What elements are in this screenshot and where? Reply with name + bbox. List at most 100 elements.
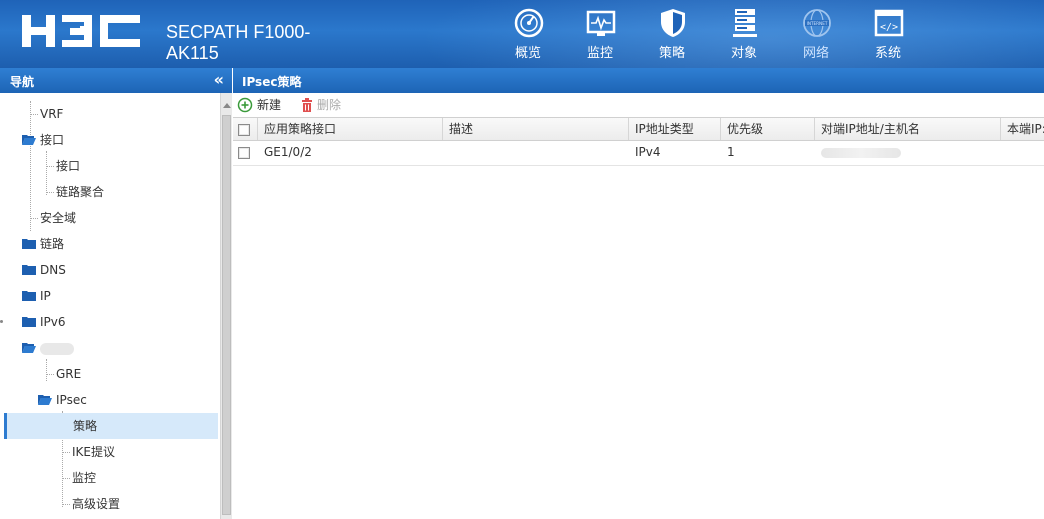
add-button[interactable]: 新建	[237, 96, 281, 114]
sidebar-folder-ipv6[interactable]: IPv6	[22, 310, 66, 334]
sidebar-folder-label: 链路	[40, 237, 65, 251]
sidebar-item-link-aggregation[interactable]: 链路聚合	[56, 180, 104, 204]
tree-tick	[46, 166, 54, 167]
table-row[interactable]: GE1/0/2 IPv4 1	[233, 141, 1044, 166]
top-nav: 概览 监控 策略 对象 INTERNET 网络 </> 系统	[492, 0, 924, 68]
nav-system-label: 系统	[874, 46, 901, 61]
sidebar-folder-label: IPv6	[40, 315, 66, 329]
sidebar-folder-label: IP	[40, 289, 51, 303]
tree-tick	[62, 452, 70, 453]
nav-policy[interactable]: 策略	[636, 0, 708, 68]
sidebar-folder-ipsec[interactable]: IPsec	[38, 388, 87, 412]
sidebar-folder-label: DNS	[40, 263, 66, 277]
nav-objects-label: 对象	[730, 46, 757, 61]
cell-local-ip	[1001, 141, 1044, 165]
nav-network-label: 网络	[802, 46, 829, 61]
nav-objects[interactable]: 对象	[708, 0, 780, 68]
tree-tick	[62, 478, 70, 479]
server-stack-icon	[733, 9, 757, 37]
scrollbar-thumb[interactable]	[222, 115, 231, 515]
tree-tick	[30, 114, 38, 115]
tree-connector	[30, 101, 31, 231]
cell-priority: 1	[727, 145, 735, 159]
sidebar-item-gre[interactable]: GRE	[56, 362, 81, 386]
tree-tick	[46, 374, 54, 375]
sidebar-item-interface[interactable]: 接口	[56, 154, 80, 178]
column-header[interactable]: 应用策略接口	[258, 118, 443, 140]
sidebar-title: 导航	[10, 75, 35, 89]
delete-button[interactable]: 删除	[299, 96, 341, 114]
column-header[interactable]: 描述	[443, 118, 629, 140]
sidebar-item-policy-selected[interactable]: 策略	[4, 413, 218, 439]
cell-peer-address	[815, 141, 1001, 165]
tree-connector	[46, 151, 47, 195]
add-button-label: 新建	[257, 98, 282, 112]
trash-icon	[302, 98, 312, 112]
internet-globe-icon: INTERNET	[803, 9, 831, 37]
row-checkbox[interactable]	[238, 147, 250, 159]
sidebar-folder-ip[interactable]: IP	[22, 284, 51, 308]
sidebar-folder-link[interactable]: 链路	[22, 232, 64, 256]
edge-marker	[0, 320, 3, 323]
sidebar-item-security-zone[interactable]: 安全域	[40, 206, 76, 230]
nav-tree: VRF 接口 接口 链路聚合 安全域 链路 DNS IP IPv6 GRE IP…	[0, 93, 232, 519]
sidebar-folder-redacted[interactable]	[22, 336, 74, 360]
sidebar-item-monitor[interactable]: 监控	[72, 466, 96, 490]
redacted-label	[40, 342, 74, 355]
toolbar: 新建 删除	[233, 93, 1044, 117]
code-window-icon: </>	[874, 9, 904, 37]
tree-connector	[46, 359, 47, 381]
product-name-line2: AK115	[166, 43, 219, 63]
folder-open-icon	[22, 343, 36, 353]
sidebar-folder-dns[interactable]: DNS	[22, 258, 66, 282]
svg-text:INTERNET: INTERNET	[807, 21, 828, 26]
tree-tick	[46, 192, 54, 193]
nav-overview[interactable]: 概览	[492, 0, 564, 68]
product-name-line1: SECPATH F1000-	[166, 22, 311, 42]
scroll-up-arrow-icon[interactable]	[223, 103, 231, 108]
column-header[interactable]: 本端IP:	[1001, 118, 1044, 140]
nav-network[interactable]: INTERNET 网络	[780, 0, 852, 68]
shield-icon	[661, 9, 685, 37]
folder-open-icon	[22, 135, 36, 145]
folder-open-icon	[38, 395, 52, 405]
select-all-checkbox[interactable]	[238, 124, 250, 136]
redacted-ip	[821, 147, 901, 158]
cell-interface: GE1/0/2	[264, 145, 312, 159]
sidebar-item-label: 策略	[73, 419, 98, 433]
nav-monitor[interactable]: 监控	[564, 0, 636, 68]
collapse-sidebar-button[interactable]: «	[214, 70, 224, 89]
product-name: SECPATH F1000- AK115	[166, 22, 310, 64]
table-header: 应用策略接口 描述 IP地址类型 优先级 对端IP地址/主机名 本端IP:	[233, 117, 1044, 141]
column-header[interactable]: 优先级	[721, 118, 815, 140]
cell-description	[443, 141, 629, 165]
nav-policy-label: 策略	[658, 46, 685, 61]
dashboard-icon	[514, 8, 544, 38]
page-title: IPsec策略	[242, 75, 302, 89]
sidebar-scrollbar[interactable]	[220, 93, 232, 519]
folder-icon	[22, 239, 36, 249]
row-select-cell	[233, 141, 258, 165]
select-all-cell	[233, 118, 258, 140]
cell-ip-type: IPv4	[635, 145, 661, 159]
h3c-logo	[22, 15, 140, 47]
sidebar-item-advanced-settings[interactable]: 高级设置	[72, 492, 120, 516]
folder-icon	[22, 265, 36, 275]
plus-circle-icon	[237, 97, 253, 113]
tree-tick	[30, 218, 38, 219]
main-title-bar: IPsec策略	[233, 68, 1044, 93]
nav-overview-label: 概览	[514, 46, 541, 61]
sidebar-item-ike-proposal[interactable]: IKE提议	[72, 440, 115, 464]
sidebar-item-vrf[interactable]: VRF	[40, 102, 63, 126]
tree-tick	[62, 504, 70, 505]
nav-monitor-label: 监控	[586, 46, 613, 61]
sidebar-folder-interfaces[interactable]: 接口	[22, 128, 64, 152]
folder-icon	[22, 291, 36, 301]
monitor-icon	[586, 10, 616, 36]
sidebar-title-bar: 导航 «	[0, 68, 232, 93]
nav-system[interactable]: </> 系统	[852, 0, 924, 68]
delete-button-label: 删除	[317, 98, 342, 112]
column-header[interactable]: IP地址类型	[629, 118, 721, 140]
folder-icon	[22, 317, 36, 327]
column-header[interactable]: 对端IP地址/主机名	[815, 118, 1001, 140]
